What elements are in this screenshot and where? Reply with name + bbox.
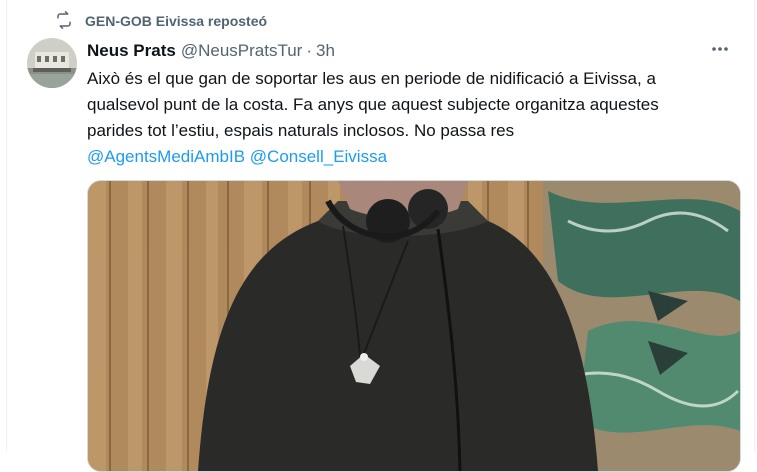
more-icon (710, 39, 730, 64)
tweet-media-image[interactable] (87, 180, 741, 472)
avatar[interactable] (27, 38, 77, 88)
separator: · (306, 41, 312, 60)
timestamp[interactable]: 3h (316, 41, 335, 61)
tweet-line: Això és el que gan de soportar les aus e… (87, 69, 656, 88)
mention-link[interactable]: @AgentsMediAmbIB (87, 147, 245, 166)
tweet-line: qualsevol punt de la costa. Fa anys que … (87, 95, 659, 114)
repost-text[interactable]: GEN-GOB Eivissa reposteó (85, 13, 267, 29)
repost-icon (55, 10, 73, 32)
more-button[interactable] (708, 40, 732, 62)
mention-link[interactable]: @Consell_Eivissa (250, 147, 387, 166)
author-handle[interactable]: @NeusPratsTur (181, 41, 303, 61)
tweet-line: parides tot l’estiu, espais naturals inc… (87, 121, 515, 140)
tweet-text: Això és el que gan de soportar les aus e… (87, 66, 737, 170)
tweet-header: Neus Prats @NeusPratsTur · 3h (87, 40, 734, 62)
author-name[interactable]: Neus Prats (87, 41, 176, 61)
repost-indicator[interactable]: GEN-GOB Eivissa reposteó (55, 10, 267, 32)
tweet-card[interactable]: GEN-GOB Eivissa reposteó Neus Prats @Neu… (6, 0, 755, 472)
mentions-line: @AgentsMediAmbIB @Consell_Eivissa (87, 144, 737, 170)
